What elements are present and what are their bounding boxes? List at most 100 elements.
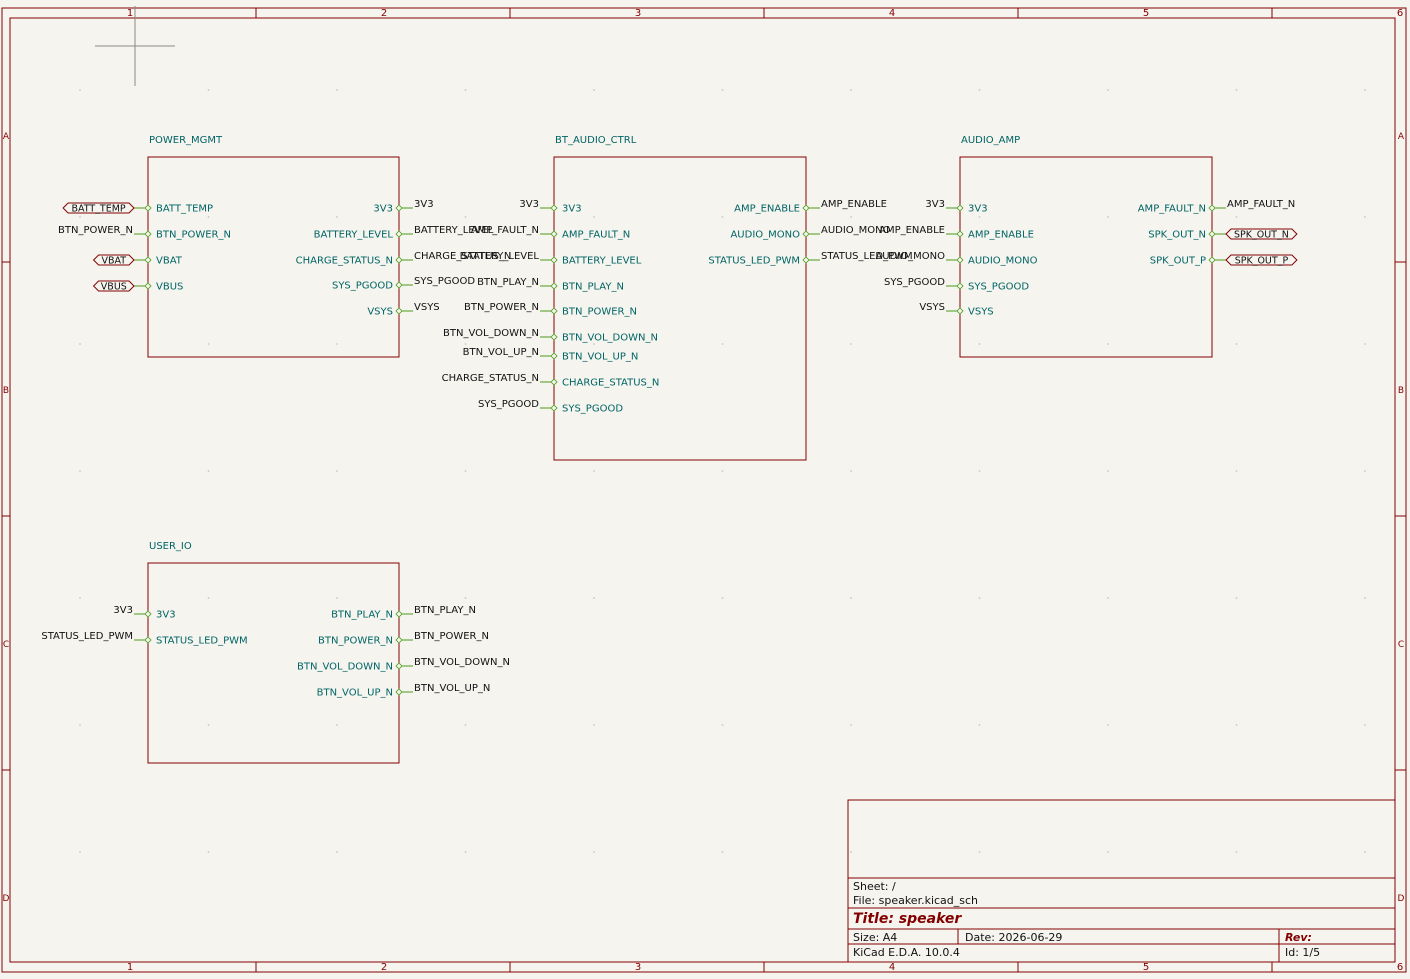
- global-label[interactable]: SPK_OUT_P: [1225, 254, 1298, 267]
- sheet-user-io[interactable]: USER_IO3V33V3STATUS_LED_PWMSTATUS_LED_PW…: [41, 541, 510, 764]
- schematic-canvas[interactable]: 1 1 2 2 3 3 4 4 5 5 6 6 A A B B C C D D POWER_MGMT BATT_TEMP…: [0, 0, 1410, 975]
- sheet-pin-label: SYS_PGOOD: [332, 281, 393, 292]
- sheet-pin[interactable]: CHARGE_STATUS_N CHARGE_STATUS_N: [442, 373, 660, 389]
- frame-column-label: 5: [1143, 8, 1149, 19]
- sheet-pin[interactable]: VSYS VSYS: [367, 302, 439, 318]
- net-label[interactable]: SYS_PGOOD: [478, 399, 539, 410]
- net-label[interactable]: SYS_PGOOD: [884, 277, 945, 288]
- sheet-pin[interactable]: BTN_PLAY_N BTN_PLAY_N: [477, 277, 624, 293]
- sheet-pin[interactable]: VSYS VSYS: [919, 302, 993, 318]
- grid-dot: [1235, 851, 1238, 853]
- net-label[interactable]: AMP_ENABLE: [879, 225, 945, 236]
- sheet-pin[interactable]: AMP_ENABLE AMP_ENABLE: [734, 199, 887, 215]
- net-label[interactable]: VSYS: [414, 302, 440, 313]
- sheet-pin[interactable]: 3V3 3V3: [925, 199, 987, 215]
- sheet-pin[interactable]: BATTERY_LEVELBATTERY_LEVEL: [460, 251, 642, 267]
- net-label[interactable]: BTN_PLAY_N: [477, 277, 539, 288]
- net-label[interactable]: AMP_FAULT_N: [1227, 199, 1295, 210]
- net-label[interactable]: 3V3: [519, 199, 539, 210]
- grid-dot: [850, 597, 852, 599]
- net-label[interactable]: AMP_FAULT_N: [471, 225, 539, 236]
- sheet-pin[interactable]: SYS_PGOOD SYS_PGOOD: [478, 399, 623, 415]
- sheet-pin[interactable]: VBUS VBUS: [92, 280, 184, 293]
- drawing-frame: 1 1 2 2 3 3 4 4 5 5 6 6 A A B B C C D D: [1, 7, 1407, 973]
- sheet-pin[interactable]: BTN_POWER_N BTN_POWER_N: [58, 225, 231, 241]
- sheet-pin[interactable]: AMP_FAULT_N AMP_FAULT_N: [471, 225, 631, 241]
- global-label[interactable]: SPK_OUT_N: [1225, 228, 1298, 241]
- sheet-pin[interactable]: AUDIO_MONOAUDIO_MONO: [875, 251, 1037, 267]
- sheet-pin-icon: [395, 636, 403, 644]
- grid-dot: [1107, 343, 1109, 345]
- sheet-pin-icon: [550, 256, 558, 264]
- net-label[interactable]: AUDIO_MONO: [875, 251, 945, 262]
- net-label[interactable]: SYS_PGOOD: [414, 276, 475, 287]
- sheet-pin-icon: [395, 204, 403, 212]
- sheet-power-mgmt[interactable]: POWER_MGMTBATT_TEMPBATT_TEMPBTN_POWER_NB…: [58, 135, 511, 358]
- sheet-pin[interactable]: AMP_FAULT_N AMP_FAULT_N: [1138, 199, 1296, 215]
- net-label[interactable]: BTN_VOL_UP_N: [463, 347, 539, 358]
- net-label[interactable]: BTN_POWER_N: [58, 225, 133, 236]
- sheet-pin[interactable]: BTN_VOL_UP_N BTN_VOL_UP_N: [317, 683, 491, 699]
- net-label[interactable]: VSYS: [919, 302, 945, 313]
- frame-column-label: 6: [1397, 962, 1403, 973]
- grid-dot: [978, 89, 981, 91]
- sheet-pin-icon: [395, 662, 403, 670]
- sheet-pin-label: AMP_ENABLE: [734, 204, 800, 215]
- sheet-audio-amp[interactable]: AUDIO_AMP 3V3 3V3 AMP_ENABLE AMP_ENABLE AUDIO…: [875, 135, 1298, 358]
- sheet-pin[interactable]: BTN_VOL_DOWN_N BTN_VOL_DOWN_N: [443, 328, 658, 344]
- net-label[interactable]: BTN_POWER_N: [414, 631, 489, 642]
- grid-dot: [79, 851, 81, 853]
- grid-dot: [850, 470, 852, 472]
- sheet-pin[interactable]: SPK_OUT_N SPK_OUT_N: [1148, 228, 1298, 241]
- global-label[interactable]: BATT_TEMP: [62, 202, 135, 215]
- grid-dot: [978, 597, 981, 599]
- global-label-text: VBUS: [101, 282, 127, 293]
- sheet-pin[interactable]: 3V3 3V3: [113, 605, 175, 621]
- sheet-pin[interactable]: BTN_VOL_UP_N BTN_VOL_UP_N: [463, 347, 639, 363]
- sheet-pin[interactable]: 3V3 3V3: [519, 199, 581, 215]
- grid-dot: [464, 216, 467, 218]
- sheet-pin[interactable]: BTN_POWER_N BTN_POWER_N: [464, 302, 637, 318]
- net-label[interactable]: CHARGE_STATUS_N: [442, 373, 539, 384]
- net-label[interactable]: AMP_ENABLE: [821, 199, 887, 210]
- grid-dot: [721, 470, 724, 472]
- sheet-pin[interactable]: AMP_ENABLE AMP_ENABLE: [879, 225, 1034, 241]
- net-label[interactable]: BTN_VOL_DOWN_N: [443, 328, 539, 339]
- net-label[interactable]: STATUS_LED_PWM: [41, 631, 133, 642]
- sheet-pin[interactable]: SYS_PGOOD SYS_PGOOD: [332, 276, 475, 292]
- grid-dot: [336, 851, 338, 853]
- sheet-pin-label: BATT_TEMP: [156, 204, 213, 215]
- sheet-pin-icon: [550, 307, 558, 315]
- net-label[interactable]: 3V3: [925, 199, 945, 210]
- net-label[interactable]: BTN_VOL_DOWN_N: [414, 657, 510, 668]
- sheet-pin[interactable]: BATT_TEMP BATT_TEMP: [62, 202, 213, 215]
- sheet-pin[interactable]: SPK_OUT_P SPK_OUT_P: [1150, 254, 1298, 267]
- grid-dot: [1107, 724, 1109, 726]
- sheet-pin-icon: [395, 688, 403, 696]
- sheet-pin-label: SPK_OUT_P: [1150, 256, 1206, 267]
- schematic-sheet[interactable]: 1 1 2 2 3 3 4 4 5 5 6 6 A A B B C C D D POWER_MGMT BATT_TEMP…: [0, 0, 1410, 975]
- sheet-pin[interactable]: STATUS_LED_PWM STATUS_LED_PWM: [41, 631, 247, 647]
- sheet-pin-label: BTN_VOL_DOWN_N: [562, 333, 658, 344]
- net-label[interactable]: 3V3: [414, 199, 434, 210]
- sheet-pin[interactable]: BTN_VOL_DOWN_N BTN_VOL_DOWN_N: [297, 657, 510, 673]
- hierarchical-sheets[interactable]: POWER_MGMTBATT_TEMPBATT_TEMPBTN_POWER_NB…: [41, 135, 1298, 764]
- net-label[interactable]: BATTERY_LEVEL: [460, 251, 540, 262]
- net-label[interactable]: 3V3: [113, 605, 133, 616]
- sheet-pin[interactable]: AUDIO_MONOAUDIO_MONO: [730, 225, 890, 241]
- sheet-pin[interactable]: BATTERY_LEVELBATTERY_LEVEL: [314, 225, 494, 241]
- grid-dot: [336, 216, 338, 218]
- net-label[interactable]: BTN_PLAY_N: [414, 605, 476, 616]
- sheet-pin[interactable]: BTN_PLAY_N BTN_PLAY_N: [331, 605, 476, 621]
- sheet-pin[interactable]: BTN_POWER_N BTN_POWER_N: [318, 631, 489, 647]
- net-label[interactable]: BTN_POWER_N: [464, 302, 539, 313]
- sheet-pin[interactable]: 3V3 3V3: [373, 199, 433, 215]
- global-label[interactable]: VBAT: [92, 254, 135, 267]
- title-block-rev: Rev:: [1285, 931, 1312, 944]
- global-label[interactable]: VBUS: [92, 280, 135, 293]
- net-label[interactable]: BTN_VOL_UP_N: [414, 683, 490, 694]
- sheet-bt-audio-ctrl[interactable]: BT_AUDIO_CTRL3V33V3AMP_FAULT_NAMP_FAULT_…: [442, 135, 913, 461]
- sheet-pin[interactable]: SYS_PGOOD SYS_PGOOD: [884, 277, 1029, 293]
- sheet-pin[interactable]: VBAT VBAT: [92, 254, 183, 267]
- sheet-pin-icon: [1208, 204, 1216, 212]
